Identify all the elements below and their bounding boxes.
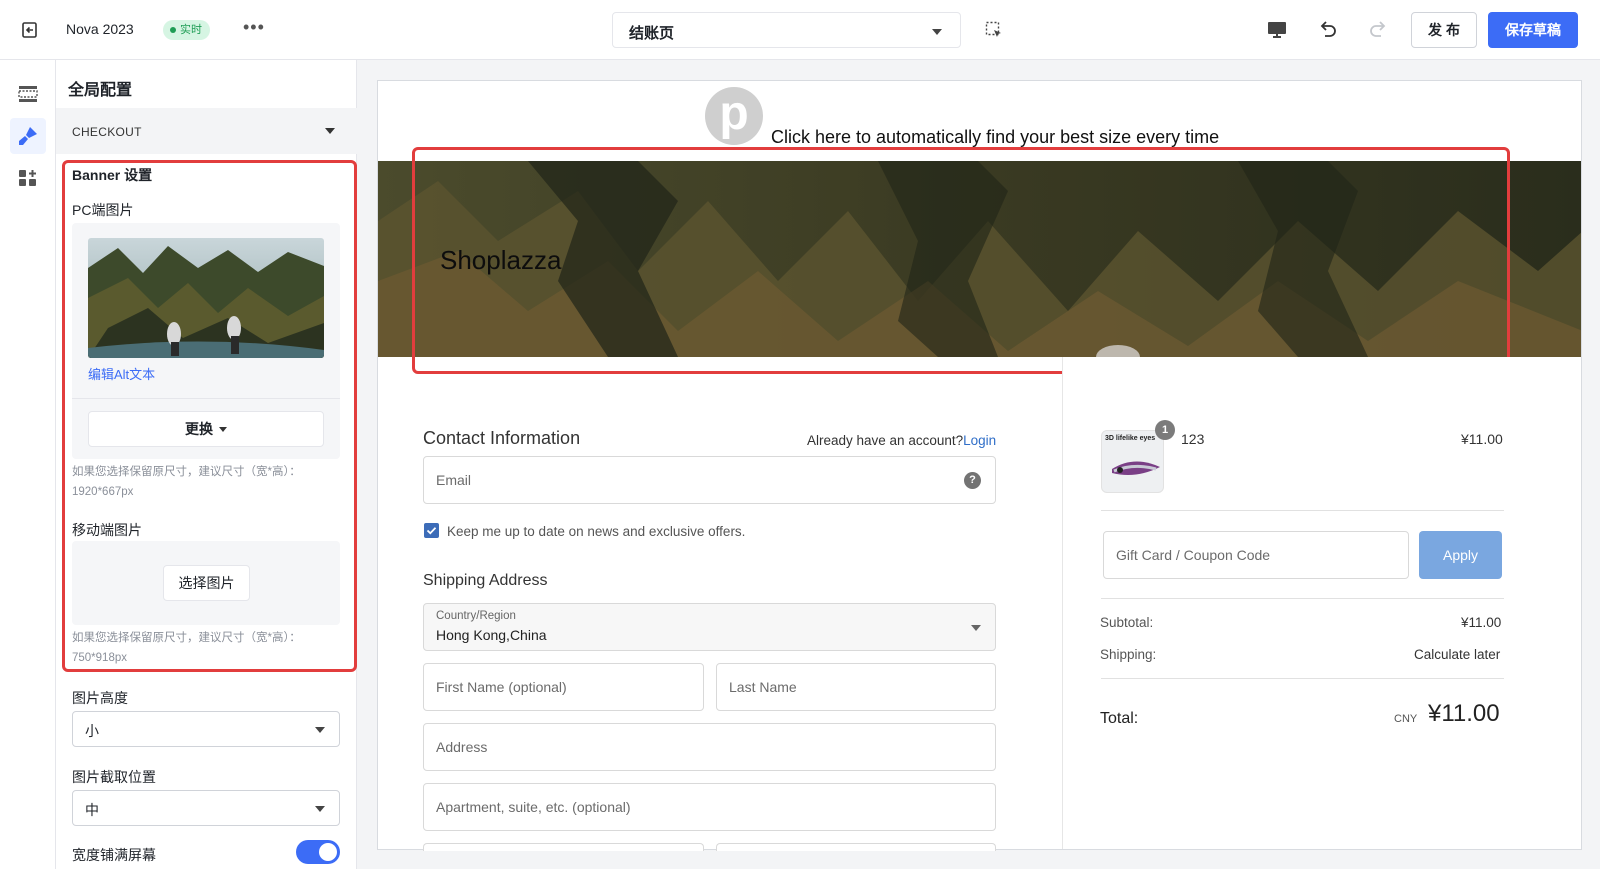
brush-icon bbox=[19, 127, 37, 145]
column-divider bbox=[1062, 357, 1063, 849]
store-logo: p bbox=[705, 87, 763, 145]
chevron-down-icon bbox=[315, 806, 325, 812]
mobile-image-hint: 如果您选择保留原尺寸，建议尺寸（宽*高）：750*918px bbox=[72, 632, 301, 664]
divider bbox=[1101, 510, 1504, 511]
email-placeholder: Email bbox=[436, 472, 472, 488]
country-label: Country/Region bbox=[436, 610, 516, 622]
publish-button[interactable]: 发布 bbox=[1411, 12, 1477, 48]
last-name-field[interactable]: Last Name bbox=[716, 663, 996, 711]
chevron-down-icon bbox=[315, 727, 325, 733]
crop-position-label: 图片截取位置 bbox=[72, 769, 156, 785]
pc-image-hint: 如果您选择保留原尺寸，建议尺寸（宽*高）：1920*667px bbox=[72, 466, 301, 498]
subtotal-value: ¥11.00 bbox=[1461, 615, 1502, 630]
image-height-label: 图片高度 bbox=[72, 690, 128, 706]
last-name-placeholder: Last Name bbox=[729, 679, 797, 695]
crop-position-select[interactable]: 中 bbox=[72, 790, 340, 826]
email-field[interactable]: Email ? bbox=[423, 456, 996, 504]
address-field[interactable]: Address bbox=[423, 723, 996, 771]
chevron-down-icon bbox=[219, 426, 227, 432]
apartment-placeholder: Apartment, suite, etc. (optional) bbox=[436, 799, 631, 815]
login-link[interactable]: Login bbox=[963, 433, 996, 448]
left-rail bbox=[0, 60, 56, 869]
chevron-down-icon bbox=[971, 625, 981, 631]
change-image-button[interactable]: 更换 bbox=[88, 411, 324, 447]
product-thumbnail: 3D lifelike eyes bbox=[1101, 430, 1164, 493]
currency-code: CNY bbox=[1394, 713, 1418, 725]
section-title: CHECKOUT bbox=[72, 125, 142, 139]
help-icon[interactable]: ? bbox=[964, 472, 981, 489]
product-image bbox=[1112, 461, 1160, 475]
first-name-field[interactable]: First Name (optional) bbox=[423, 663, 704, 711]
chevron-down-icon bbox=[932, 29, 942, 35]
divider bbox=[1101, 678, 1504, 679]
edit-alt-text-link[interactable]: 编辑Alt文本 bbox=[88, 364, 155, 383]
save-draft-button[interactable]: 保存草稿 bbox=[1488, 12, 1578, 48]
banner-selection-highlight bbox=[412, 147, 1510, 374]
rail-sections[interactable] bbox=[10, 76, 46, 112]
shipping-title: Shipping Address bbox=[423, 572, 548, 589]
element-select-icon[interactable] bbox=[985, 21, 1003, 39]
chevron-down-icon bbox=[325, 128, 335, 134]
store-name: Nova 2023 bbox=[66, 21, 134, 37]
total-label: Total: bbox=[1100, 710, 1139, 727]
country-value: Hong Kong,China bbox=[436, 627, 547, 643]
shipping-value: Calculate later bbox=[1414, 647, 1501, 662]
subtotal-label: Subtotal: bbox=[1100, 615, 1154, 630]
first-name-placeholder: First Name (optional) bbox=[436, 679, 567, 695]
shipping-label: Shipping: bbox=[1100, 647, 1157, 662]
postal-code-field[interactable] bbox=[716, 843, 996, 851]
total-value: ¥11.00 bbox=[1428, 700, 1500, 727]
mobile-image-label: 移动端图片 bbox=[72, 522, 142, 538]
address-placeholder: Address bbox=[436, 739, 488, 755]
coupon-placeholder: Gift Card / Coupon Code bbox=[1116, 547, 1271, 563]
sections-icon bbox=[18, 86, 38, 102]
product-quantity-badge: 1 bbox=[1155, 420, 1175, 440]
divider bbox=[1101, 598, 1504, 599]
rail-apps[interactable] bbox=[10, 160, 46, 196]
page-selector[interactable]: 结账页 bbox=[612, 12, 961, 48]
crop-position-value: 中 bbox=[85, 802, 99, 818]
desktop-icon[interactable] bbox=[1265, 18, 1289, 42]
country-select[interactable]: Country/Region Hong Kong,China bbox=[423, 603, 996, 651]
full-width-label: 宽度铺满屏幕 bbox=[72, 847, 156, 863]
newsletter-checkbox[interactable] bbox=[424, 523, 439, 538]
image-height-select[interactable]: 小 bbox=[72, 711, 340, 747]
top-bar: Nova 2023 实时 ••• 结账页 发布 保存草稿 bbox=[0, 0, 1600, 60]
apps-icon bbox=[19, 170, 36, 186]
image-height-value: 小 bbox=[85, 723, 99, 739]
announcement-text: Click here to automatically find your be… bbox=[771, 127, 1220, 147]
more-icon[interactable]: ••• bbox=[243, 17, 265, 38]
pc-image-thumbnail[interactable] bbox=[88, 238, 324, 358]
apply-coupon-button[interactable]: Apply bbox=[1419, 531, 1502, 579]
apartment-field[interactable]: Apartment, suite, etc. (optional) bbox=[423, 783, 996, 831]
newsletter-label: Keep me up to date on news and exclusive… bbox=[447, 524, 746, 539]
coupon-field[interactable]: Gift Card / Coupon Code bbox=[1103, 531, 1409, 579]
city-field[interactable] bbox=[423, 843, 704, 851]
product-price: ¥11.00 bbox=[1461, 431, 1503, 447]
checkout-section-header[interactable]: CHECKOUT bbox=[56, 108, 357, 154]
change-image-label: 更换 bbox=[185, 421, 213, 437]
page-selector-value: 结账页 bbox=[629, 25, 675, 42]
rail-theme-settings[interactable] bbox=[10, 118, 46, 154]
account-prompt: Already have an account?Login bbox=[807, 433, 996, 448]
contact-title: Contact Information bbox=[423, 428, 581, 448]
live-badge: 实时 bbox=[163, 20, 210, 40]
product-name: 123 bbox=[1181, 431, 1205, 447]
undo-icon[interactable] bbox=[1316, 18, 1340, 42]
choose-image-button[interactable]: 选择图片 bbox=[163, 565, 250, 601]
banner-settings-title: Banner 设置 bbox=[72, 167, 153, 183]
panel-title: 全局配置 bbox=[68, 82, 133, 99]
divider bbox=[72, 398, 340, 399]
pc-image-label: PC端图片 bbox=[72, 202, 134, 218]
redo-icon[interactable] bbox=[1366, 18, 1390, 42]
check-icon bbox=[426, 527, 437, 535]
toggle-knob bbox=[319, 843, 337, 861]
have-account-text: Already have an account? bbox=[807, 433, 964, 448]
exit-icon[interactable] bbox=[20, 20, 40, 40]
full-width-toggle[interactable] bbox=[296, 840, 340, 864]
